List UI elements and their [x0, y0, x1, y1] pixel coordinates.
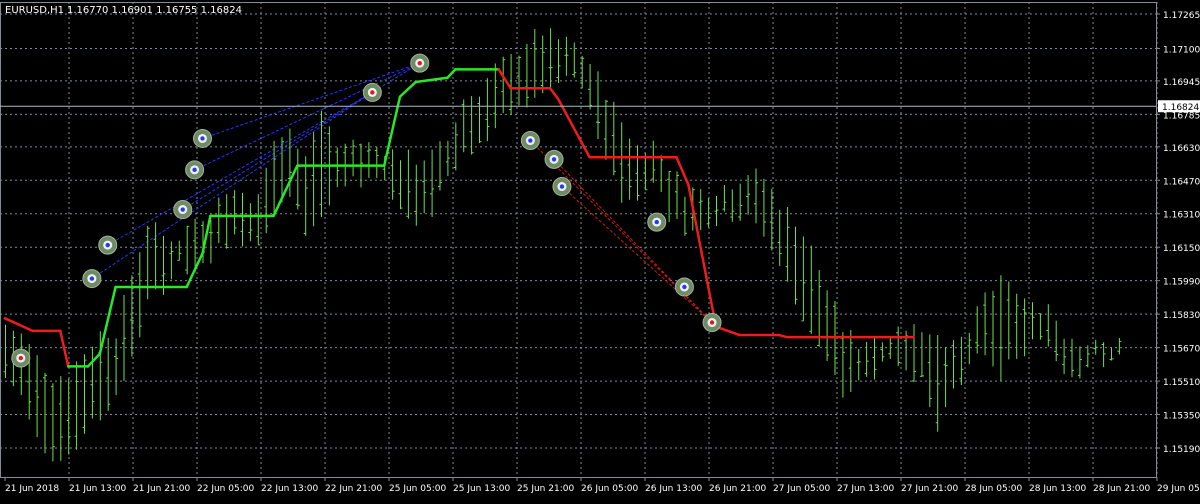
ohlc-label: 1.16770 1.16901 1.16755 1.16824	[67, 5, 242, 16]
chart-background	[0, 0, 1200, 500]
buy-signal-marker	[200, 136, 205, 141]
x-tick-label: 22 Jun 13:00	[261, 484, 318, 494]
y-tick-label: 1.15190	[1163, 445, 1200, 455]
x-tick-label: 28 Jun 21:00	[1093, 484, 1150, 494]
y-tick-label: 1.15510	[1163, 378, 1200, 388]
buy-signal-marker	[105, 242, 110, 248]
buy-signal-marker	[559, 184, 565, 189]
y-tick-label: 1.15350	[1163, 412, 1200, 422]
y-tick-label: 1.15670	[1163, 345, 1200, 355]
buy-signal-marker	[192, 167, 197, 173]
x-tick-label: 25 Jun 13:00	[453, 484, 510, 494]
buy-signal-marker	[551, 157, 557, 162]
y-tick-label: 1.17100	[1163, 46, 1200, 56]
y-tick-label: 1.15830	[1163, 311, 1200, 321]
buy-signal-marker	[654, 219, 659, 225]
y-tick-label: 1.16945	[1163, 78, 1200, 88]
x-tick-label: 26 Jun 13:00	[645, 484, 702, 494]
sell-signal-marker	[417, 60, 422, 66]
x-tick-label: 26 Jun 05:00	[581, 484, 638, 494]
buy-signal-marker	[89, 276, 95, 281]
price-chart[interactable]: 1.172651.171001.169451.167851.166301.164…	[0, 0, 1200, 500]
x-tick-label: 21 Jun 21:00	[133, 484, 190, 494]
chart-window[interactable]: 1.17265 1.17100 1.16945 1.16785 1.16630 1.164…	[0, 0, 1200, 500]
x-tick-label: 25 Jun 05:00	[389, 484, 446, 494]
x-tick-label: 29 Jun 05:00	[1157, 484, 1200, 494]
x-tick-label: 27 Jun 05:00	[773, 484, 830, 494]
y-tick-label: 1.16310	[1163, 211, 1200, 221]
buy-signal-marker	[682, 284, 687, 290]
sell-signal-marker	[370, 90, 375, 95]
x-tick-label: 22 Jun 21:00	[325, 484, 382, 494]
x-tick-label: 22 Jun 05:00	[197, 484, 254, 494]
x-tick-label: 27 Jun 21:00	[901, 484, 958, 494]
buy-signal-marker	[528, 138, 533, 143]
sell-signal-marker	[18, 355, 23, 361]
y-tick-label: 1.16470	[1163, 177, 1200, 187]
sell-signal-marker	[709, 320, 715, 325]
x-tick-label: 21 Jun 13:00	[69, 484, 126, 494]
y-tick-label: 1.16630	[1163, 144, 1200, 154]
x-tick-label: 28 Jun 05:00	[965, 484, 1022, 494]
symbol-label: EURUSD,H1	[5, 5, 64, 16]
current-price-label: 1.16824	[1162, 103, 1199, 113]
buy-signal-marker	[180, 207, 185, 212]
x-tick-label: 28 Jun 13:00	[1029, 484, 1086, 494]
x-tick-label: 21 Jun 2018	[5, 484, 59, 494]
x-tick-label: 25 Jun 21:00	[517, 484, 574, 494]
y-tick-label: 1.15990	[1163, 278, 1200, 288]
y-tick-label: 1.17265	[1163, 11, 1200, 21]
x-tick-label: 26 Jun 21:00	[709, 484, 766, 494]
x-tick-label: 27 Jun 13:00	[837, 484, 894, 494]
y-tick-label: 1.16150	[1163, 244, 1200, 254]
